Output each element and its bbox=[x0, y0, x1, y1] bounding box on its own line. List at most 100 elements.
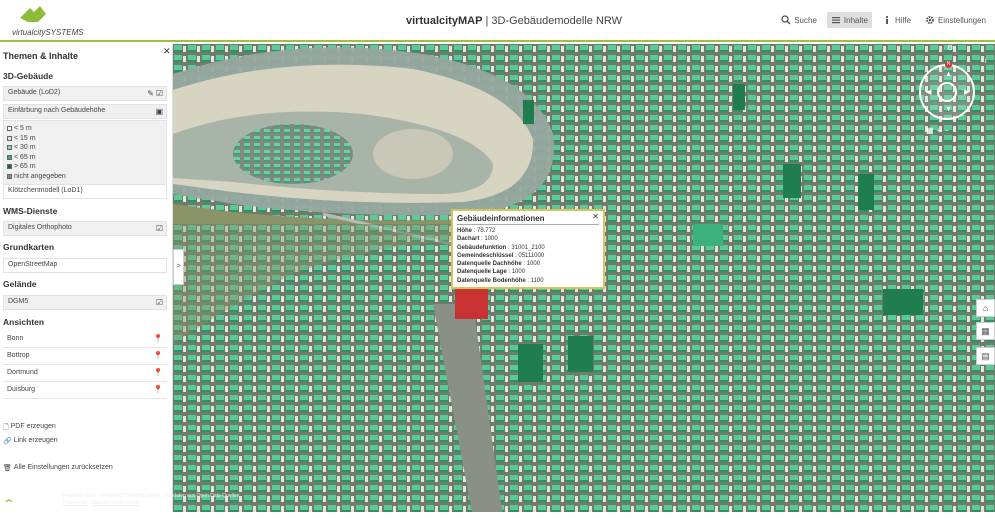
popup-value: 1000 bbox=[484, 236, 498, 243]
layer-orthophoto[interactable]: Digitales Orthophoto ☑ bbox=[3, 221, 167, 236]
popup-row: Gemeindeschlüssel : 05111000 bbox=[457, 252, 545, 259]
nav-contents-label: Inhalte bbox=[843, 15, 868, 25]
popup-key: Höhe bbox=[457, 228, 472, 234]
sidebar-title: Themen & Inhalte bbox=[3, 51, 79, 61]
popup-value: 05111000 bbox=[518, 252, 545, 259]
navigation-compass[interactable]: N ▲ ▼ ◀ ▶ bbox=[919, 61, 975, 120]
layer-dgm5[interactable]: DGM5 ☑ bbox=[3, 295, 167, 310]
height-legend: < 5 m < 15 m < 30 m < 65 m > 65 m nicht … bbox=[3, 120, 167, 186]
compass-center[interactable] bbox=[937, 82, 957, 102]
popup-value: 1000 bbox=[511, 269, 526, 276]
edit-icon[interactable]: ✎ bbox=[147, 89, 154, 98]
radio-selected-icon[interactable]: ▣ bbox=[155, 107, 163, 116]
legend-swatch bbox=[7, 145, 12, 151]
pan-left-icon[interactable]: ◀ bbox=[926, 88, 931, 96]
nav-search-button[interactable]: Suche bbox=[777, 12, 821, 28]
app-name: virtualcityMAP bbox=[406, 15, 483, 27]
pan-right-icon[interactable]: ▶ bbox=[964, 88, 969, 96]
zoom-in-icon[interactable]: + bbox=[937, 126, 942, 135]
popup-value: 31001_2100 bbox=[511, 244, 545, 251]
popup-value: 1100 bbox=[530, 277, 544, 284]
credit-line: Realisiert durch virtualcitySYSTEMS GmbH… bbox=[63, 493, 240, 499]
virtualcity-logo[interactable]: virtualcitySYSTEMS bbox=[12, 4, 92, 38]
viewpoint-label: Dortmund bbox=[7, 369, 38, 376]
link-icon: 🔗 bbox=[3, 438, 12, 445]
settings-small-icon[interactable]: ⚙ bbox=[947, 44, 953, 52]
zoom-out-icon[interactable]: − bbox=[944, 126, 949, 135]
impressum-link[interactable]: Impressum bbox=[63, 500, 88, 506]
grid-icon[interactable]: ▦ bbox=[926, 126, 934, 135]
viewpoint-item[interactable]: Duisburg 📍 bbox=[3, 383, 167, 399]
cesium-label: CESIUM bbox=[17, 496, 49, 506]
checkbox-checked-icon[interactable]: ☑ bbox=[156, 89, 163, 98]
datenschutz-link[interactable]: Datenschutzhinweise bbox=[92, 500, 139, 506]
popup-close-icon[interactable]: ✕ bbox=[592, 212, 599, 221]
legend-label: < 65 m bbox=[14, 153, 36, 161]
popup-value: 78.772 bbox=[477, 228, 496, 234]
grid-view-button[interactable]: ▦ bbox=[976, 322, 995, 340]
pdf-export-button[interactable]: 🗋 PDF erzeugen bbox=[3, 423, 56, 434]
legend-label: nicht angegeben bbox=[14, 172, 66, 180]
layer-kloetzchen-lod1[interactable]: Klötzchenmodell (LoD1) bbox=[3, 184, 167, 199]
link-label: Link erzeugen bbox=[13, 437, 58, 444]
layer-gebaeude-lod2[interactable]: Gebäude (LoD2) ✎ ☑ bbox=[3, 86, 167, 101]
layer-label: DGM5 bbox=[8, 298, 29, 305]
style-label: Einfärbung nach Gebäudehöhe bbox=[8, 107, 106, 114]
legend-label: < 15 m bbox=[14, 134, 36, 142]
create-link-button[interactable]: 🔗 Link erzeugen bbox=[3, 437, 58, 445]
popup-row: Datenquelle Bodenhöhe : 1100 bbox=[457, 277, 544, 284]
nav-settings-label: Einstellungen bbox=[937, 15, 986, 25]
popup-row: Datenquelle Lage : 1000 bbox=[457, 269, 526, 276]
reset-settings-button[interactable]: 🗑 Alle Einstellungen zurücksetzen bbox=[3, 464, 113, 472]
map-pin-icon: 📍 bbox=[153, 351, 163, 360]
app-header: virtualcitySYSTEMS virtualcityMAP | 3D-G… bbox=[0, 0, 995, 42]
viewpoint-item[interactable]: Bonn 📍 bbox=[3, 332, 167, 348]
info-small-icon[interactable]: i bbox=[985, 58, 987, 65]
bottom-status-strip bbox=[0, 512, 995, 518]
zoom-controls: ▦ + − bbox=[926, 126, 949, 135]
legend-label: > 65 m bbox=[14, 163, 36, 171]
building-info-popup: Gebäudeinformationen ✕ Höhe : 78.772 Dac… bbox=[451, 209, 605, 289]
map-pin-icon: 📍 bbox=[153, 334, 163, 343]
home-icon: ⌂ bbox=[982, 303, 989, 313]
legend-swatch bbox=[7, 126, 12, 132]
legend-swatch bbox=[7, 164, 12, 170]
home-button[interactable]: ⌂ bbox=[976, 299, 995, 317]
viewpoint-item[interactable]: Dortmund 📍 bbox=[3, 366, 167, 382]
credits-text: Realisiert durch virtualcitySYSTEMS GmbH… bbox=[63, 493, 240, 506]
map-view-button[interactable]: ▤ bbox=[976, 347, 995, 365]
popup-key: Datenquelle Bodenhöhe bbox=[457, 277, 526, 284]
trash-icon: 🗑 bbox=[3, 465, 12, 472]
layer-label: Digitales Orthophoto bbox=[8, 224, 72, 231]
viewpoint-label: Bottrop bbox=[7, 352, 30, 359]
legend-item: > 65 m bbox=[4, 162, 166, 172]
legend-label: < 30 m bbox=[14, 144, 36, 152]
menu-icon bbox=[831, 17, 840, 24]
popup-key: Datenquelle Lage bbox=[457, 269, 507, 276]
3d-map-viewport[interactable]: Gebäudeinformationen ✕ Höhe : 78.772 Dac… bbox=[173, 44, 995, 518]
reset-label: Alle Einstellungen zurücksetzen bbox=[13, 464, 113, 471]
viewpoint-item[interactable]: Bottrop 📍 bbox=[3, 349, 167, 365]
section-wms: WMS-Dienste bbox=[3, 206, 58, 216]
sidebar-close-icon[interactable]: ✕ bbox=[163, 46, 171, 57]
checkbox-checked-icon[interactable]: ☑ bbox=[156, 298, 163, 307]
layer-label: Gebäude (LoD2) bbox=[8, 89, 61, 96]
nav-settings-button[interactable]: Einstellungen bbox=[921, 12, 990, 28]
popup-key: Dachart bbox=[457, 236, 480, 243]
legend-item: < 65 m bbox=[4, 153, 166, 163]
legend-swatch bbox=[7, 135, 12, 141]
nav-help-button[interactable]: Hilfe bbox=[878, 12, 915, 28]
nav-contents-button[interactable]: Inhalte bbox=[826, 12, 872, 28]
legend-item: < 5 m bbox=[4, 124, 166, 134]
pan-up-icon[interactable]: ▲ bbox=[945, 71, 952, 78]
layer-openstreetmap[interactable]: OpenStreetMap bbox=[3, 258, 167, 273]
section-grundkarten: Grundkarten bbox=[3, 242, 55, 252]
layer-label: Klötzchenmodell (LoD1) bbox=[8, 187, 83, 194]
sidebar-collapse-button[interactable]: > bbox=[173, 249, 184, 285]
style-option-einfaerbung[interactable]: Einfärbung nach Gebäudehöhe ▣ bbox=[3, 104, 167, 119]
pan-down-icon[interactable]: ▼ bbox=[945, 106, 952, 113]
logo-text: virtualcitySYSTEMS bbox=[12, 28, 84, 37]
popup-title: Gebäudeinformationen bbox=[457, 214, 599, 225]
cesium-logo[interactable]: CESIUM bbox=[3, 495, 48, 507]
checkbox-checked-icon[interactable]: ☑ bbox=[156, 224, 163, 233]
